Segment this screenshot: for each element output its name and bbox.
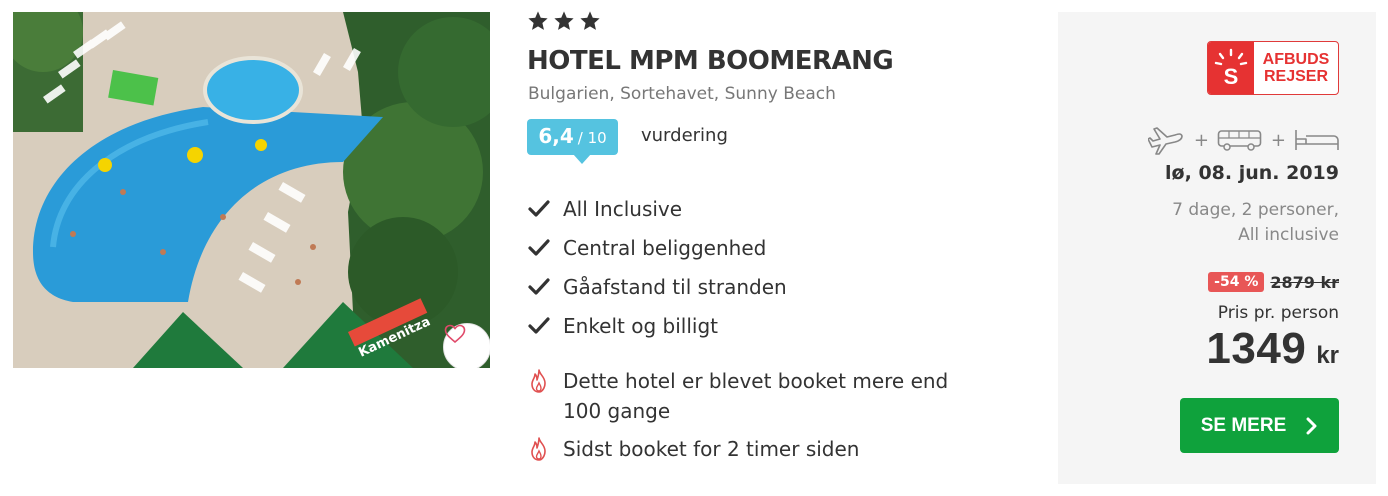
checkmark-icon (528, 277, 550, 295)
package-icons: + + (1147, 123, 1340, 157)
bed-icon (1295, 130, 1339, 150)
checkmark-icon (528, 199, 550, 217)
favorite-button[interactable] (443, 323, 490, 368)
rating-scale: / 10 (577, 129, 607, 147)
price-label: Pris pr. person (1217, 303, 1339, 323)
hotel-photo[interactable]: Kamenitza (13, 12, 490, 368)
chevron-right-icon (1306, 417, 1317, 434)
feature-label: Enkelt og billigt (563, 313, 718, 338)
flame-icon (531, 369, 546, 393)
brand-logo: S AFBUDS REJSER (1207, 41, 1339, 95)
trip-duration: 7 dage, 2 personer, (1172, 200, 1339, 220)
list-item: Central beliggenhed (527, 228, 787, 267)
brand-line-1: AFBUDS (1262, 51, 1330, 68)
feature-label: All Inclusive (563, 196, 683, 221)
sun-s-icon: S (1214, 48, 1248, 88)
rating-badge: 6,4 / 10 (527, 119, 618, 164)
hotel-stars (527, 10, 601, 32)
star-icon (554, 11, 574, 30)
feature-label: Central beliggenhed (563, 235, 767, 260)
booking-count-note: Dette hotel er blevet booket mere end 10… (527, 366, 987, 426)
heart-icon (444, 324, 466, 344)
plus-sign: + (1193, 129, 1209, 151)
hotel-name[interactable]: HOTEL MPM BOOMERANG (527, 46, 894, 76)
list-item: All Inclusive (527, 189, 787, 228)
star-icon (580, 11, 600, 30)
svg-text:S: S (1224, 64, 1239, 88)
departure-date: lø, 08. jun. 2019 (1165, 162, 1339, 184)
price: 1349 kr (1206, 324, 1339, 374)
flame-icon (531, 437, 546, 461)
star-icon (528, 11, 548, 30)
price-currency: kr (1316, 342, 1339, 369)
see-more-label: SE MERE (1200, 414, 1287, 436)
old-price: 2879 kr (1270, 272, 1339, 292)
feature-label: Gåafstand til stranden (563, 274, 787, 299)
plane-icon (1147, 127, 1183, 155)
see-more-button[interactable]: SE MERE (1180, 398, 1339, 453)
trip-details: 7 dage, 2 personer, All inclusive (1172, 198, 1339, 248)
checkmark-icon (528, 238, 550, 256)
rating-score: 6,4 (538, 124, 574, 148)
brand-text: AFBUDS REJSER (1254, 42, 1338, 94)
rating-label: vurdering (641, 125, 728, 146)
discount-badge: -54 % (1208, 272, 1265, 292)
brand-mark: S (1208, 42, 1254, 94)
pool-photo-image: Kamenitza (13, 12, 490, 368)
price-value: 1349 (1206, 324, 1307, 373)
plus-sign: + (1270, 129, 1286, 151)
feature-list: All Inclusive Central beliggenhed Gåafst… (527, 189, 787, 345)
list-item: Gåafstand til stranden (527, 267, 787, 306)
discount-row: -54 % 2879 kr (1208, 272, 1339, 292)
offer-panel: S AFBUDS REJSER + + lø, 08. jun. 2019 7 … (1058, 12, 1376, 484)
checkmark-icon (528, 316, 550, 334)
hotel-location: Bulgarien, Sortehavet, Sunny Beach (528, 84, 836, 104)
trip-board: All inclusive (1238, 225, 1339, 245)
brand-line-2: REJSER (1263, 68, 1329, 85)
note-text: Dette hotel er blevet booket mere end 10… (563, 369, 949, 423)
note-text: Sidst booket for 2 timer siden (563, 437, 860, 461)
bus-icon (1217, 130, 1262, 151)
list-item: Enkelt og billigt (527, 306, 787, 345)
last-booked-note: Sidst booket for 2 timer siden (527, 434, 859, 464)
